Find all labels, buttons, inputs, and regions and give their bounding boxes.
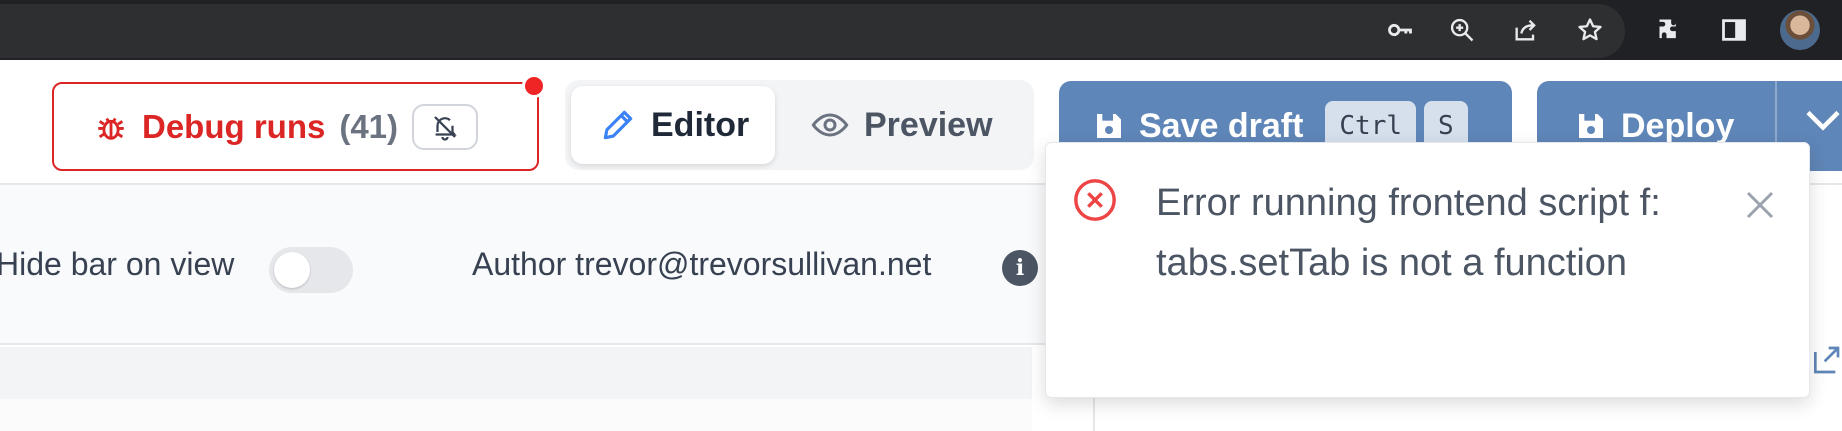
chevron-down-icon[interactable] — [1805, 108, 1841, 132]
pencil-icon — [603, 110, 633, 140]
close-toast-button[interactable] — [1736, 181, 1784, 229]
tab-editor[interactable]: Editor — [571, 86, 775, 164]
star-icon[interactable] — [1574, 14, 1606, 46]
author-text: Author trevor@trevorsullivan.net — [472, 246, 932, 282]
zoom-icon[interactable] — [1446, 14, 1478, 46]
close-icon — [1746, 191, 1774, 219]
debug-runs-label: Debug runs — [142, 107, 326, 145]
hide-bar-label: Hide bar on view — [0, 246, 235, 282]
notification-dot — [522, 74, 546, 98]
browser-toolbar — [0, 0, 1842, 60]
mute-notifications-button[interactable] — [412, 103, 479, 150]
debug-runs-count: (41) — [339, 107, 399, 145]
floppy-disk-icon — [1097, 114, 1121, 138]
toggle-knob — [274, 252, 310, 288]
address-bar[interactable] — [0, 4, 1625, 58]
error-circle-icon — [1074, 179, 1116, 221]
debug-runs-button[interactable]: Debug runs (41) — [52, 82, 539, 171]
floppy-disk-icon — [1579, 114, 1603, 138]
eye-icon — [811, 113, 849, 137]
info-icon[interactable]: i — [1002, 250, 1038, 286]
deploy-label: Deploy — [1621, 106, 1735, 145]
bug-icon — [98, 117, 124, 140]
content-area — [0, 399, 1032, 431]
share-icon[interactable] — [1510, 14, 1542, 46]
view-tabs: Editor Preview — [565, 80, 1034, 170]
key-icon[interactable] — [1384, 14, 1416, 46]
content-toolbar — [0, 347, 1032, 399]
error-toast: Error running frontend script f: tabs.se… — [1045, 142, 1810, 398]
extensions-icon[interactable] — [1654, 14, 1686, 46]
external-link-icon[interactable] — [1810, 340, 1842, 380]
tab-preview[interactable]: Preview — [810, 86, 1020, 164]
hide-bar-toggle[interactable] — [269, 247, 353, 293]
sidepanel-icon[interactable] — [1718, 14, 1750, 46]
tab-preview-label: Preview — [864, 105, 993, 144]
avatar[interactable] — [1780, 10, 1820, 50]
toast-message: Error running frontend script f: tabs.se… — [1156, 182, 1661, 284]
bell-off-icon — [434, 115, 457, 141]
tab-editor-label: Editor — [651, 105, 750, 144]
save-draft-label: Save draft — [1139, 106, 1304, 145]
